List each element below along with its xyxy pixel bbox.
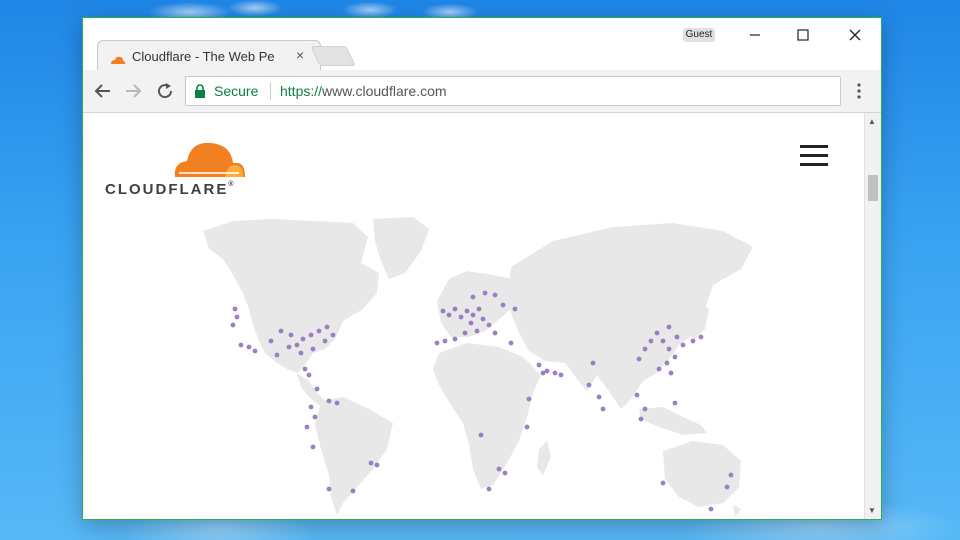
hamburger-bar — [800, 154, 828, 157]
brand-trademark: ® — [228, 181, 236, 188]
cloudflare-logo[interactable]: CLOUDFLARE® — [103, 133, 253, 198]
hamburger-bar — [800, 145, 828, 148]
tab-title: Cloudflare - The Web Pe — [132, 49, 275, 64]
secure-label: Secure — [214, 83, 259, 99]
reload-icon[interactable] — [153, 80, 177, 102]
address-bar[interactable]: Secure https://www.cloudflare.com — [185, 76, 841, 106]
brand-name: CLOUDFLARE — [105, 181, 229, 198]
profile-badge[interactable]: Guest — [683, 28, 715, 42]
url-scheme: https:// — [280, 83, 323, 99]
page-viewport: CLOUDFLARE® — [83, 113, 863, 519]
scroll-down-arrow-icon[interactable]: ▼ — [868, 506, 876, 515]
maximize-button[interactable] — [783, 22, 823, 48]
brand-wordmark: CLOUDFLARE® — [105, 181, 236, 198]
browser-toolbar: Secure https://www.cloudflare.com — [83, 70, 881, 113]
browser-tab-active[interactable]: Cloudflare - The Web Pe × — [97, 40, 321, 71]
url-host: www.cloudflare.com — [322, 83, 447, 99]
cloudflare-cloud-icon — [174, 142, 245, 177]
world-network-map — [203, 217, 753, 517]
lock-icon — [194, 84, 206, 103]
tab-close-button[interactable]: × — [296, 47, 304, 63]
title-bar: Cloudflare - The Web Pe × Guest — [83, 18, 881, 71]
kebab-menu-icon[interactable] — [853, 81, 865, 101]
minimize-button[interactable] — [735, 22, 775, 48]
vertical-scrollbar[interactable]: ▲ ▼ — [864, 113, 881, 519]
hamburger-menu-icon[interactable] — [800, 145, 830, 169]
scroll-up-arrow-icon[interactable]: ▲ — [868, 117, 876, 126]
url-text[interactable]: https://www.cloudflare.com — [280, 83, 447, 99]
omnibox-divider — [270, 82, 271, 100]
scrollbar-thumb[interactable] — [868, 175, 878, 201]
browser-window: Cloudflare - The Web Pe × Guest Secure h… — [82, 17, 882, 520]
hamburger-bar — [800, 163, 828, 166]
close-window-button[interactable] — [835, 22, 875, 48]
back-arrow-icon[interactable] — [91, 80, 115, 102]
map-landmass — [203, 217, 753, 517]
forward-arrow-icon[interactable] — [121, 80, 145, 102]
cloudflare-cloud-icon — [110, 52, 126, 70]
